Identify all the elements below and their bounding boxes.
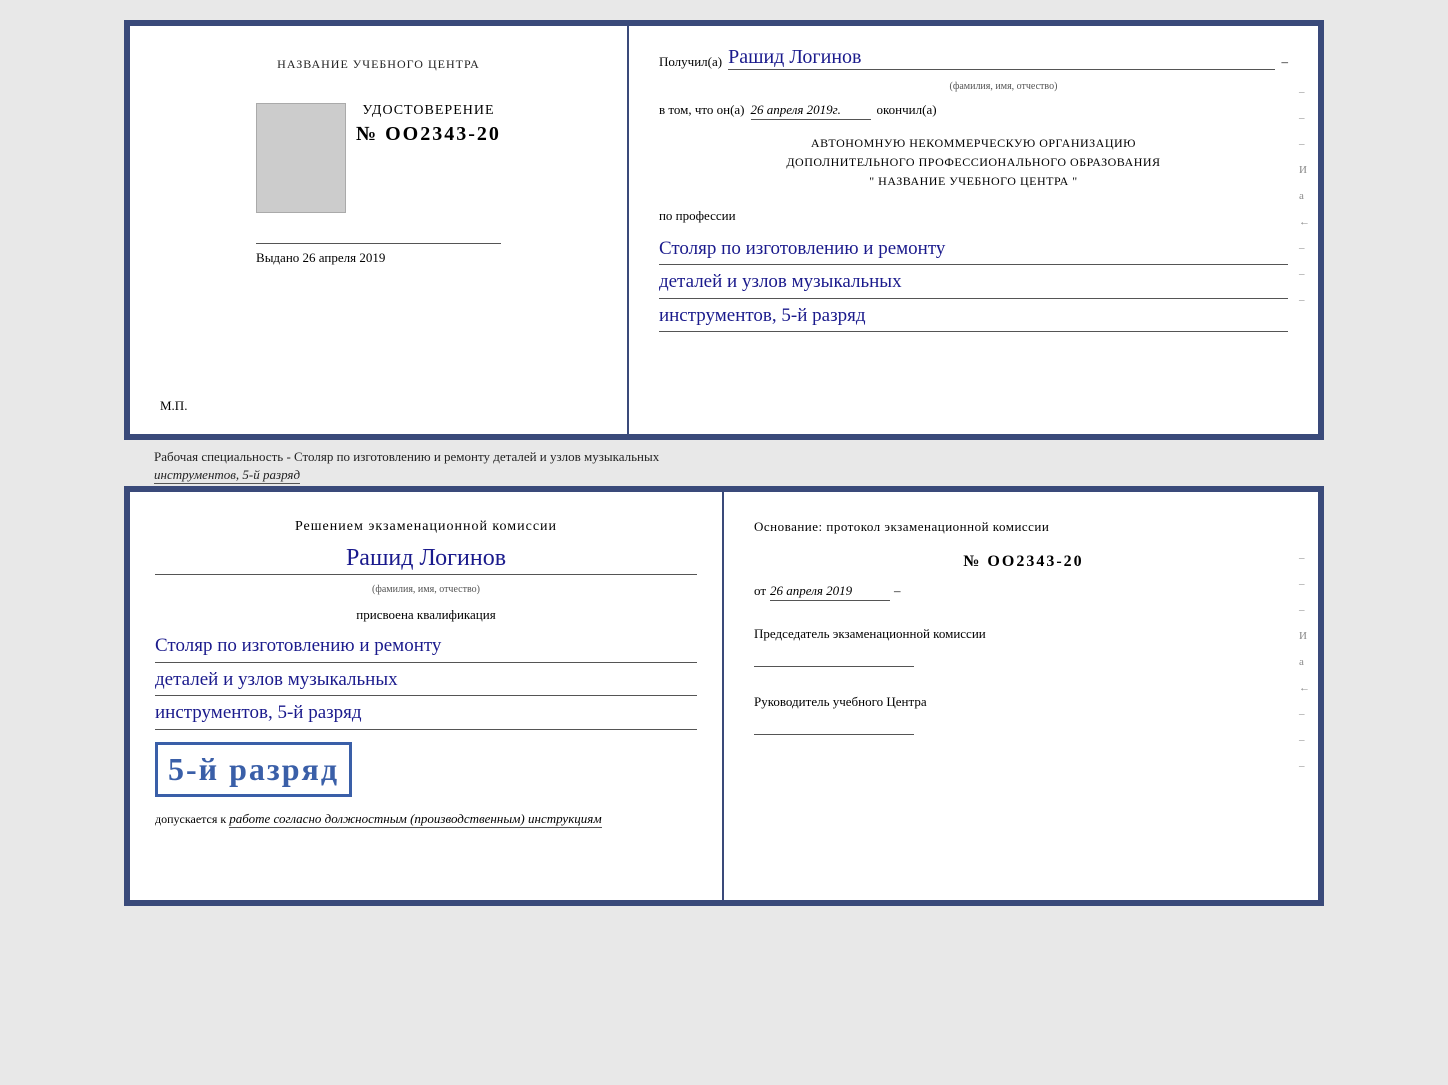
top-doc-right: Получил(а) Рашид Логинов – (фамилия, имя… xyxy=(629,26,1318,434)
top-left-title: НАЗВАНИЕ УЧЕБНОГО ЦЕНТРА xyxy=(277,56,480,73)
rank-box: 5-й разряд xyxy=(155,742,352,797)
resheniem-text: Решением экзаменационной комиссии xyxy=(155,517,697,537)
right-decoration-bottom: – – – И а ← – – – xyxy=(1299,552,1310,772)
org-line3: " НАЗВАНИЕ УЧЕБНОГО ЦЕНТРА " xyxy=(659,172,1288,191)
vtom-line: в том, что он(а) 26 апреля 2019г. окончи… xyxy=(659,102,1288,120)
mp-label: М.П. xyxy=(160,398,187,414)
dopuskaetsya-label: допускается к xyxy=(155,812,226,826)
rank-big-text: 5-й разряд xyxy=(168,751,339,787)
specialty-section: Рабочая специальность - Столяр по изгото… xyxy=(124,440,1324,486)
right-decoration-top: – – – И а ← – – – xyxy=(1299,86,1310,306)
qual-lines: Столяр по изготовлению и ремонту деталей… xyxy=(155,631,697,730)
org-line1: АВТОНОМНУЮ НЕКОММЕРЧЕСКУЮ ОРГАНИЗАЦИЮ xyxy=(659,134,1288,153)
qual-line1: Столяр по изготовлению и ремонту xyxy=(155,633,697,663)
okonchil-label: окончил(а) xyxy=(877,102,937,118)
udostoverenie-block: УДОСТОВЕРЕНИЕ № OO2343-20 xyxy=(356,103,501,146)
left-inner-row: УДОСТОВЕРЕНИЕ № OO2343-20 xyxy=(256,103,501,213)
specialty-text2: инструментов, 5-й разряд xyxy=(154,467,300,484)
prof-line2: деталей и узлов музыкальных xyxy=(659,269,1288,299)
protocol-number: № OO2343-20 xyxy=(754,553,1293,571)
bottom-document: Решением экзаменационной комиссии Рашид … xyxy=(124,486,1324,906)
vydano-line: Выдано 26 апреля 2019 xyxy=(256,243,501,266)
ot-date: 26 апреля 2019 xyxy=(770,583,890,601)
vydano-label: Выдано xyxy=(256,250,299,265)
poluchil-label: Получил(а) xyxy=(659,54,722,70)
prisvoena-text: присвоена квалификация xyxy=(155,607,697,623)
dopuskaetsya-value: работе согласно должностным (производств… xyxy=(229,811,601,828)
recipient-name-top: Рашид Логинов xyxy=(728,46,1275,70)
udost-number: № OO2343-20 xyxy=(356,123,501,145)
vydano-date: 26 апреля 2019 xyxy=(303,250,386,265)
vtom-label: в том, что он(а) xyxy=(659,102,745,118)
org-line2: ДОПОЛНИТЕЛЬНОГО ПРОФЕССИОНАЛЬНОГО ОБРАЗО… xyxy=(659,153,1288,172)
rukovoditel-signature xyxy=(754,715,914,735)
name-subtitle-top: (фамилия, имя, отчество) xyxy=(719,81,1288,92)
predsedatel-signature xyxy=(754,647,914,667)
page-container: НАЗВАНИЕ УЧЕБНОГО ЦЕНТРА УДОСТОВЕРЕНИЕ №… xyxy=(20,20,1428,906)
osnovanie-text: Основание: протокол экзаменационной коми… xyxy=(754,517,1293,537)
top-document: НАЗВАНИЕ УЧЕБНОГО ЦЕНТРА УДОСТОВЕРЕНИЕ №… xyxy=(124,20,1324,440)
ot-label: от xyxy=(754,583,766,599)
poluchil-line: Получил(а) Рашид Логинов – xyxy=(659,46,1288,70)
top-doc-left: НАЗВАНИЕ УЧЕБНОГО ЦЕНТРА УДОСТОВЕРЕНИЕ №… xyxy=(130,26,629,434)
qual-line3: инструментов, 5-й разряд xyxy=(155,700,697,730)
bottom-doc-left: Решением экзаменационной комиссии Рашид … xyxy=(130,492,724,900)
bottom-name-subtitle: (фамилия, имя, отчество) xyxy=(155,584,697,595)
profession-lines: Столяр по изготовлению и ремонту деталей… xyxy=(659,234,1288,333)
predsedatel-text: Председатель экзаменационной комиссии xyxy=(754,625,1293,643)
dopuskaetsya-text: допускается к работе согласно должностны… xyxy=(155,809,697,829)
prof-line1: Столяр по изготовлению и ремонту xyxy=(659,236,1288,266)
org-block: АВТОНОМНУЮ НЕКОММЕРЧЕСКУЮ ОРГАНИЗАЦИЮ ДО… xyxy=(659,134,1288,192)
rukovoditel-text: Руководитель учебного Центра xyxy=(754,693,1293,711)
prof-line3: инструментов, 5-й разряд xyxy=(659,303,1288,333)
bottom-doc-right: Основание: протокол экзаменационной коми… xyxy=(724,492,1318,900)
qual-line2: деталей и узлов музыкальных xyxy=(155,667,697,697)
rukovoditel-block: Руководитель учебного Центра xyxy=(754,693,1293,735)
left-main-content: НАЗВАНИЕ УЧЕБНОГО ЦЕНТРА УДОСТОВЕРЕНИЕ №… xyxy=(256,56,501,394)
predsedatel-block: Председатель экзаменационной комиссии xyxy=(754,625,1293,667)
photo-placeholder xyxy=(256,103,346,213)
profession-label: по профессии xyxy=(659,208,1288,224)
vtom-date: 26 апреля 2019г. xyxy=(751,102,871,120)
udost-label: УДОСТОВЕРЕНИЕ xyxy=(356,103,501,119)
bottom-name: Рашид Логинов xyxy=(155,545,697,575)
ot-line: от 26 апреля 2019 – xyxy=(754,583,1293,601)
specialty-text: Рабочая специальность - Столяр по изгото… xyxy=(124,440,1324,486)
